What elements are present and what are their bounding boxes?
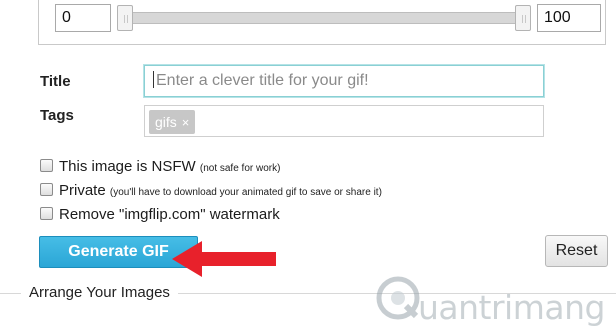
quantrimang-logo-icon [376, 276, 420, 320]
grip-icon [522, 15, 526, 23]
remove-watermark-checkbox[interactable] [40, 207, 53, 220]
watermark-text: uantrimang [418, 288, 605, 327]
tag-chip: gifs × [149, 110, 196, 134]
arrange-images-heading: Arrange Your Images [21, 284, 178, 301]
range-slider-end-handle[interactable] [515, 5, 531, 31]
private-note: (you'll have to download your animated g… [109, 187, 382, 198]
reset-button[interactable]: Reset [545, 235, 608, 267]
option-private[interactable]: Private (you'll have to download your an… [40, 182, 382, 199]
nsfw-note: (not safe for work) [199, 163, 281, 174]
private-label: Private [59, 182, 106, 199]
private-checkbox[interactable] [40, 183, 53, 196]
remove-watermark-label: Remove "imgflip.com" watermark [59, 206, 280, 223]
tags-label: Tags [40, 107, 74, 124]
option-remove-watermark[interactable]: Remove "imgflip.com" watermark [40, 206, 280, 223]
range-start-input[interactable]: 0 [55, 4, 111, 32]
tags-input[interactable]: gifs × [144, 105, 544, 137]
text-cursor [153, 71, 154, 88]
range-slider-start-handle[interactable] [117, 5, 133, 31]
title-placeholder: Enter a clever title for your gif! [156, 72, 369, 89]
range-end-input[interactable]: 100 [537, 4, 601, 32]
title-input[interactable]: Enter a clever title for your gif! [144, 65, 544, 97]
nsfw-label: This image is NSFW [59, 158, 196, 175]
title-label: Title [40, 73, 71, 90]
tag-label: gifs [155, 114, 177, 130]
range-slider-track[interactable] [122, 12, 526, 24]
nsfw-checkbox[interactable] [40, 159, 53, 172]
red-arrow-annotation [172, 241, 276, 277]
grip-icon [124, 15, 128, 23]
option-nsfw[interactable]: This image is NSFW (not safe for work) [40, 158, 280, 175]
tag-remove-icon[interactable]: × [182, 115, 190, 130]
